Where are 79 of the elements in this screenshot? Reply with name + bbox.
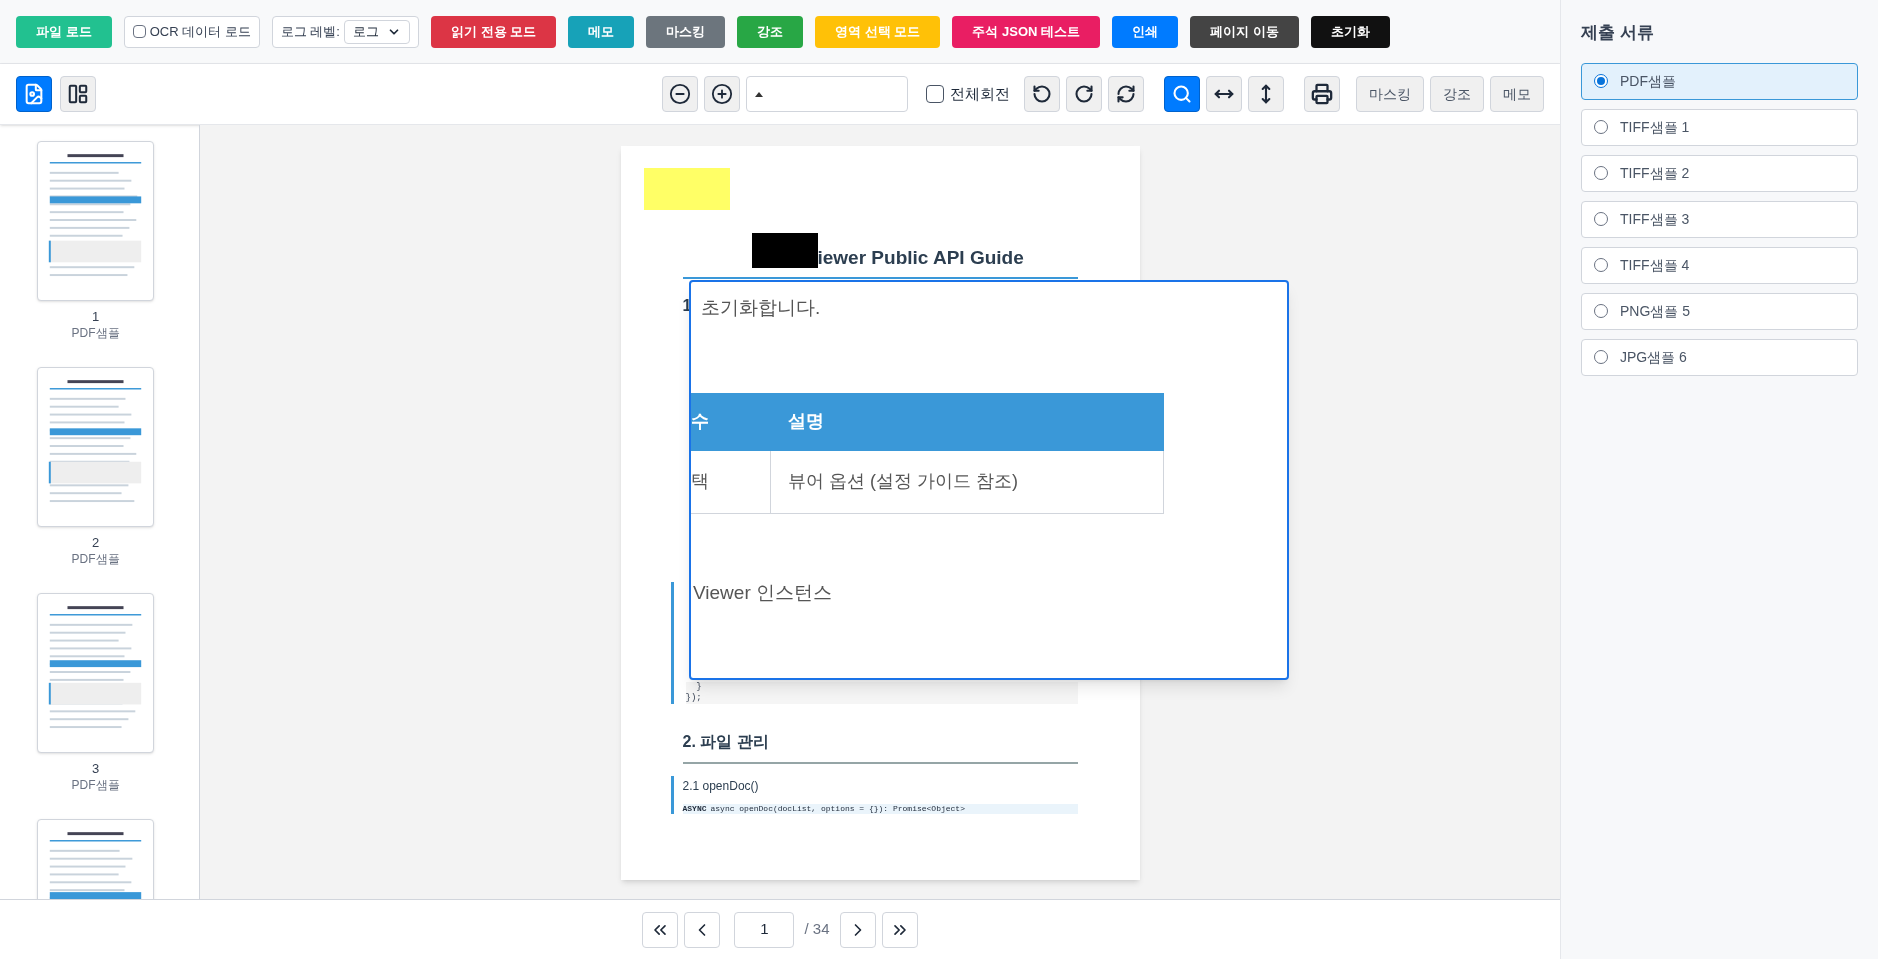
sidebar-title: 제출 서류	[1581, 22, 1655, 44]
document-option[interactable]: JPG샘플 6	[1581, 338, 1858, 376]
grid-icon	[67, 83, 89, 105]
checkbox-label: 전체회전	[950, 83, 1010, 104]
document-label: TIFF샘플 1	[1620, 117, 1690, 137]
rotate-button[interactable]	[1108, 76, 1144, 112]
table-cell: 택	[691, 450, 771, 514]
checkbox[interactable]	[132, 25, 146, 38]
annotation-button[interactable]: 강조	[1430, 76, 1484, 112]
document-label: JPG샘플 6	[1620, 347, 1687, 367]
zoom-out-icon	[669, 83, 691, 105]
view-mode-button[interactable]	[16, 76, 52, 112]
zoom-in-button[interactable]	[704, 76, 740, 112]
page-label: PDF샘플	[71, 325, 120, 341]
table-header-cell: 설명	[771, 392, 1164, 451]
page-label: PDF샘플	[71, 551, 120, 567]
toolbar-button[interactable]: 읽기 전용 모드	[431, 15, 557, 48]
page-thumbnail[interactable]	[37, 367, 154, 527]
toolbar-button[interactable]: 인쇄	[1112, 15, 1179, 48]
toolbar-button[interactable]: 초기화	[1310, 15, 1390, 48]
subsection-heading: 2.1 openDoc()	[682, 777, 760, 795]
rotate-button[interactable]	[1066, 76, 1102, 112]
radio-button[interactable]	[1594, 258, 1608, 272]
code-signature: ASYNC async openDoc(docList, options = {}): Promise<Object>	[682, 803, 1078, 814]
page-number: 1	[91, 309, 100, 325]
toolbar-button[interactable]: 주석 JSON 테스트	[952, 15, 1101, 48]
document-label: TIFF샘플 3	[1620, 209, 1690, 229]
zoom-in-icon	[711, 83, 733, 105]
annotation-button[interactable]: 마스킹	[1356, 76, 1424, 112]
document-option[interactable]: PNG샘플 5	[1581, 292, 1858, 330]
last-page-button[interactable]	[881, 911, 918, 948]
radio-button[interactable]	[1594, 120, 1608, 134]
page-input[interactable]: 1	[734, 911, 795, 948]
select-label: 로그 레벨:	[280, 22, 340, 41]
radio-button[interactable]	[1594, 350, 1608, 364]
print-icon	[1311, 83, 1333, 105]
print-button[interactable]	[1304, 76, 1340, 112]
section-heading: 2. 파일 관리	[682, 729, 1078, 764]
rotate-button[interactable]	[1024, 76, 1060, 112]
radio-button[interactable]	[1594, 74, 1608, 88]
page-thumbnail[interactable]	[37, 593, 154, 753]
search-icon	[1172, 84, 1192, 104]
page-label: PDF샘플	[71, 777, 120, 793]
table-cell: 뷰어 옵션 (설정 가이드 참조)	[771, 450, 1164, 514]
caret-icon	[755, 91, 763, 97]
radio-button[interactable]	[1594, 304, 1608, 318]
popup-text: 초기화합니다.	[701, 296, 822, 320]
view-tool-button[interactable]	[1164, 76, 1200, 112]
checkbox-label: OCR 데이터 로드	[149, 22, 251, 41]
popup-text: Viewer 인스턴스	[693, 580, 833, 605]
document-label: PDF샘플	[1620, 71, 1676, 91]
annotation-button[interactable]: 메모	[1490, 76, 1544, 112]
code-block: } });	[685, 681, 1078, 704]
table-header-cell: 수	[691, 392, 771, 451]
document-label: TIFF샘플 2	[1620, 163, 1690, 183]
document-title: iewer Public API Guide	[817, 246, 1024, 270]
document-option[interactable]: PDF샘플	[1581, 62, 1858, 100]
document-option[interactable]: TIFF샘플 4	[1581, 246, 1858, 284]
first-page-button[interactable]	[642, 911, 679, 948]
page-total: / 34	[804, 919, 830, 940]
radio-button[interactable]	[1594, 166, 1608, 180]
toolbar-button[interactable]: 페이지 이동	[1190, 15, 1299, 48]
checkbox[interactable]	[926, 85, 944, 103]
page-thumbnail[interactable]	[37, 141, 154, 301]
page-number: 3	[91, 761, 100, 777]
rotate-right-icon	[1074, 84, 1094, 104]
image-file-icon	[23, 83, 45, 105]
log-level-select[interactable]: 로그	[344, 19, 410, 44]
zoom-out-button[interactable]	[662, 76, 698, 112]
rotate-left-icon	[1032, 84, 1052, 104]
document-option[interactable]: TIFF샘플 3	[1581, 200, 1858, 238]
document-option[interactable]: TIFF샘플 2	[1581, 154, 1858, 192]
toolbar-button[interactable]: 마스킹	[646, 15, 726, 48]
rotate-icon	[1116, 84, 1136, 104]
document-option[interactable]: TIFF샘플 1	[1581, 108, 1858, 146]
radio-button[interactable]	[1594, 212, 1608, 226]
document-label: TIFF샘플 4	[1620, 255, 1690, 275]
page-number: 2	[91, 535, 100, 551]
document-label: PNG샘플 5	[1620, 301, 1690, 321]
